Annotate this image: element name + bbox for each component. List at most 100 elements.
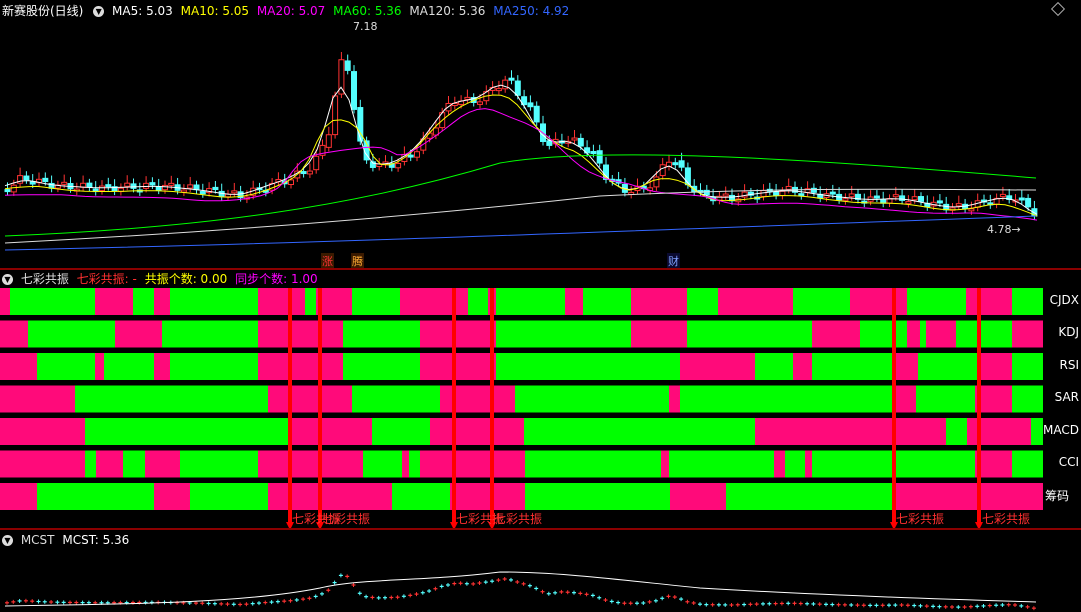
strip-segment: [10, 288, 95, 315]
candle-body: [180, 189, 187, 193]
strip-segment: [496, 353, 680, 380]
row-label-cci: CCI: [1058, 455, 1079, 469]
strip-segment: [440, 385, 515, 413]
ma120-value: MA120: 5.36: [409, 4, 486, 18]
strip-segment: [133, 288, 154, 315]
candle-body: [892, 194, 899, 198]
strip-segment: [785, 450, 805, 478]
strip-segment: [1031, 418, 1043, 445]
strip-segment: [37, 483, 154, 510]
strip-segment: [726, 483, 895, 510]
candle-body: [168, 182, 175, 186]
candle-body: [4, 189, 11, 193]
strip-segment: [95, 288, 133, 315]
event-tag-zhang[interactable]: 涨: [321, 253, 334, 269]
strip-segment: [980, 353, 1012, 380]
strip-segment: [1012, 353, 1043, 380]
mcst-chart[interactable]: [0, 530, 1081, 612]
mcst-line: [4, 571, 1037, 607]
strip-segment: [420, 320, 496, 348]
strip-segment: [409, 450, 420, 478]
candle-body: [848, 193, 855, 198]
candle-body: [193, 184, 200, 191]
strip-segment: [755, 418, 946, 445]
qicai-pane[interactable]: ▼ 七彩共振 七彩共振: - 共振个数: 0.00 同步个数: 1.00 CJD…: [0, 270, 1081, 528]
strip-segment: [680, 353, 755, 380]
candle-body: [395, 162, 402, 169]
strip-segment: [162, 320, 258, 348]
candle-body: [533, 105, 540, 123]
strip-segment: [96, 450, 123, 478]
candle-body: [149, 182, 156, 186]
strip-segment: [400, 288, 468, 315]
strip-segment: [450, 483, 525, 510]
candle-body: [143, 182, 150, 189]
candle-body: [477, 101, 483, 105]
strip-segment: [805, 450, 812, 478]
candle-body: [426, 132, 433, 139]
candle-body: [955, 203, 962, 207]
signal-label: 七彩共振: [982, 512, 1031, 526]
candle-body: [842, 198, 849, 202]
candlestick-chart[interactable]: [0, 18, 1081, 268]
signal-label: 七彩共振: [494, 512, 543, 526]
strip-segment: [28, 320, 115, 348]
strip-segment: [115, 320, 162, 348]
candle-body: [124, 182, 131, 187]
candle-body: [61, 181, 68, 185]
high-price-label: 7.18: [353, 20, 378, 33]
strip-segment: [920, 320, 926, 348]
signal-bar: [318, 288, 322, 526]
candle-body: [414, 151, 420, 158]
signal-label: 七彩共振: [322, 512, 371, 526]
strip-segment: [343, 320, 420, 348]
strip-segment: [37, 353, 95, 380]
strip-segment: [583, 288, 631, 315]
strip-segment: [669, 385, 680, 413]
row-label-macd: MACD: [1043, 423, 1079, 437]
strip-segment: [956, 320, 1012, 348]
candle-body: [10, 184, 17, 193]
strip-segment: [1012, 385, 1043, 413]
signal-bar: [490, 288, 494, 526]
strip-segment: [661, 450, 669, 478]
strip-segment: [85, 418, 288, 445]
candle-body: [703, 189, 710, 196]
strip-segment: [0, 353, 37, 380]
candle-body: [495, 88, 502, 92]
row-label-sar: SAR: [1054, 390, 1079, 404]
candle-body: [590, 151, 597, 155]
strip-segment: [85, 450, 96, 478]
strip-segment: [966, 288, 1012, 315]
expand-diamond-icon[interactable]: [1050, 1, 1066, 17]
signal-label: 七彩共振: [896, 512, 945, 526]
strip-segment: [1012, 450, 1043, 478]
strip-segment: [895, 483, 1043, 510]
event-tag-teng[interactable]: 腾: [351, 253, 364, 269]
strip-segment: [967, 418, 1031, 445]
strip-segment: [0, 288, 10, 315]
low-price-label: 4.78→: [987, 223, 1021, 236]
strip-segment: [774, 450, 785, 478]
strip-segment: [926, 320, 956, 348]
candle-body: [306, 170, 313, 175]
mcst-pane[interactable]: ▼ MCST MCST: 5.36: [0, 530, 1081, 612]
candle-body: [332, 95, 339, 136]
candle-body: [873, 195, 880, 199]
strip-segment: [468, 288, 488, 315]
candle-body: [999, 193, 1006, 198]
collapse-icon[interactable]: ▼: [93, 6, 105, 17]
main-chart-pane[interactable]: 新赛股份(日线) ▼ MA5: 5.03 MA10: 5.05 MA20: 5.…: [0, 0, 1081, 269]
strip-segment: [0, 483, 37, 510]
strip-segment: [946, 418, 967, 445]
candle-body: [678, 160, 685, 168]
qicai-strip-chart[interactable]: [0, 270, 1081, 528]
strip-segment: [918, 353, 980, 380]
strip-segment: [420, 353, 496, 380]
event-tag-cai[interactable]: 财: [667, 253, 680, 269]
strip-segment: [154, 483, 190, 510]
candle-body: [829, 191, 836, 195]
strip-segment: [687, 288, 718, 315]
candle-body: [464, 96, 471, 100]
ma5-line: [4, 84, 1038, 215]
